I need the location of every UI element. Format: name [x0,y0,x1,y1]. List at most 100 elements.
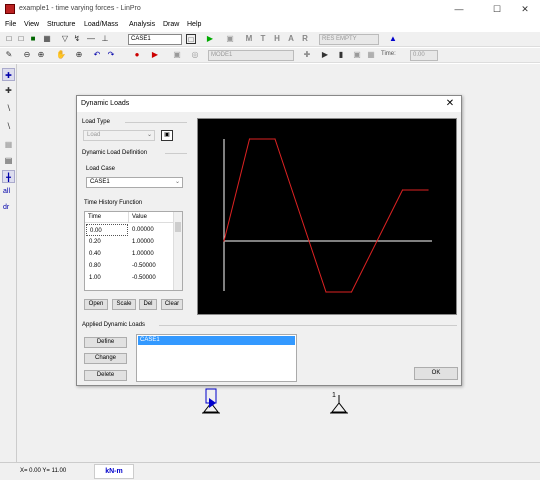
node-icon[interactable]: ⊥ [100,34,110,44]
dialog-titlebar: Dynamic Loads ✕ [77,96,461,112]
table-cell-time[interactable]: 0.20 [86,236,128,248]
delete-row-button[interactable]: Del [139,299,157,310]
print-icon[interactable]: ▦ [42,34,52,44]
ok-button[interactable]: OK [414,367,458,380]
zoom-window-icon[interactable]: ⊕ [74,50,84,60]
play-mode-icon[interactable]: ▶ [150,50,160,60]
table-cell-time[interactable]: 0.40 [86,248,128,260]
left-toolbar: ✚ ✚ ∖ ∖ ▦ ▤ ╋ all dr [0,64,17,462]
define-button[interactable]: Define [84,337,127,348]
shear-button[interactable]: H [272,34,282,44]
mode-combo[interactable]: MODE1 [208,50,294,61]
reaction-button[interactable]: R [300,34,310,44]
stop-icon[interactable]: ▮ [336,50,346,60]
save-icon[interactable]: ■ [28,34,38,44]
close-window-button[interactable]: ✕ [514,2,536,16]
pencil-icon[interactable]: ✎ [4,50,14,60]
load-icon[interactable]: ↯ [72,34,82,44]
torsion-button[interactable]: T [258,34,268,44]
pan-hand-icon[interactable]: ✋ [56,50,66,60]
data-point [325,291,327,293]
target-icon[interactable]: ◎ [190,50,200,60]
menu-structure[interactable]: Structure [47,21,75,28]
support-icon[interactable]: ▽ [60,34,70,44]
lock-button[interactable]: ▣ [161,130,173,141]
menu-file[interactable]: File [5,21,16,28]
axial-button[interactable]: A [286,34,296,44]
split-icon[interactable]: ╋ [2,170,15,183]
select-all-button[interactable]: all [3,188,10,195]
dialog-close-button[interactable]: ✕ [443,97,457,111]
menu-draw[interactable]: Draw [163,21,179,28]
table-scrollbar[interactable] [173,212,182,290]
open-button[interactable]: Open [84,299,108,310]
maximize-button[interactable]: ☐ [486,2,508,16]
table-cell-value[interactable]: -0.50000 [129,272,173,284]
rotate-right-icon[interactable]: ↷ [106,50,116,60]
toolbar-view: ✎ ⊖ ⊕ ✋ ⊕ ↶ ↷ ● ▶ ▣ ◎ MODE1 ✛ ▶ ▮ ▣ ▦ Ti… [0,48,540,63]
chevron-down-icon: ⌄ [146,132,152,138]
table-view-icon[interactable]: ▤ [2,154,15,167]
up-arrow-icon[interactable]: ▲ [388,34,398,44]
data-point [248,138,251,140]
time-history-function-label: Time History Function [84,200,143,206]
applied-dynamic-loads-label: Applied Dynamic Loads [82,322,146,328]
table-cell-value[interactable]: -0.50000 [129,260,173,272]
load-case-combo[interactable]: CASE1 ⌄ [86,177,183,188]
new-file-icon[interactable]: □ [4,34,14,44]
menu-view[interactable]: View [24,21,39,28]
scale-button[interactable]: Scale [112,299,136,310]
load-type-combo[interactable]: Load ⌄ [83,130,155,141]
load-case-toolbar-combo[interactable]: CASE1 [128,34,182,45]
table-cell-time[interactable]: 0.00 [86,224,128,236]
time-value: 0.00 [413,52,425,58]
divide-member-icon[interactable]: ∖ [2,120,15,133]
crosshair-icon[interactable]: ✛ [302,50,312,60]
open-folder-icon[interactable]: □ [16,34,26,44]
lock-icon: ▣ [164,132,170,138]
graph-svg [223,138,432,293]
zoom-out-icon[interactable]: ⊖ [22,50,32,60]
change-button[interactable]: Change [84,353,127,364]
table-cell-time[interactable]: 0.80 [86,260,128,272]
data-point [427,189,429,191]
table-icon[interactable]: ▦ [366,50,376,60]
draw-button[interactable]: dr [3,204,9,211]
mass-icon[interactable]: ● [132,50,142,60]
zoom-in-icon[interactable]: ⊕ [36,50,46,60]
result-combo[interactable]: RES EMPTY [319,34,379,45]
delete-button[interactable]: Delete [84,370,127,381]
units-indicator[interactable]: kN-m [94,464,134,479]
frame-icon[interactable]: □ [186,34,196,44]
animate-icon[interactable]: ▶ [320,50,330,60]
applied-loads-list[interactable]: CASE1 [136,334,297,382]
member-icon[interactable]: — [86,34,96,44]
data-point [274,138,276,140]
window-title: example1 - time varying forces - LinPro [19,5,141,12]
table-cell-time[interactable]: 1.00 [86,272,128,284]
list-item[interactable]: CASE1 [138,336,295,345]
plus-select-icon[interactable]: ✚ [2,68,15,81]
time-history-table[interactable]: Time Value 0.00 0.00000 0.20 1.00000 0.4… [84,211,183,291]
copy-icon[interactable]: ▣ [225,34,235,44]
load-case-toolbar-value: CASE1 [131,36,151,42]
add-node-icon[interactable]: ✚ [2,84,15,97]
minimize-button[interactable]: — [448,2,470,16]
export-icon[interactable]: ▣ [352,50,362,60]
time-field[interactable]: 0.00 [410,50,438,61]
run-icon[interactable]: ▶ [205,34,215,44]
grid-icon[interactable]: ▦ [2,138,15,151]
menu-analysis[interactable]: Analysis [129,21,155,28]
add-member-icon[interactable]: ∖ [2,102,15,115]
table-cell-value[interactable]: 1.00000 [129,248,173,260]
scrollbar-thumb[interactable] [175,222,181,232]
rotate-left-icon[interactable]: ↶ [92,50,102,60]
clear-button[interactable]: Clear [161,299,183,310]
menu-load-mass[interactable]: Load/Mass [84,21,118,28]
menu-help[interactable]: Help [187,21,201,28]
moment-button[interactable]: M [244,34,254,44]
copy-mode-icon[interactable]: ▣ [172,50,182,60]
table-cell-value[interactable]: 0.00000 [129,224,173,236]
mode-combo-value: MODE1 [211,52,233,58]
table-cell-value[interactable]: 1.00000 [129,236,173,248]
